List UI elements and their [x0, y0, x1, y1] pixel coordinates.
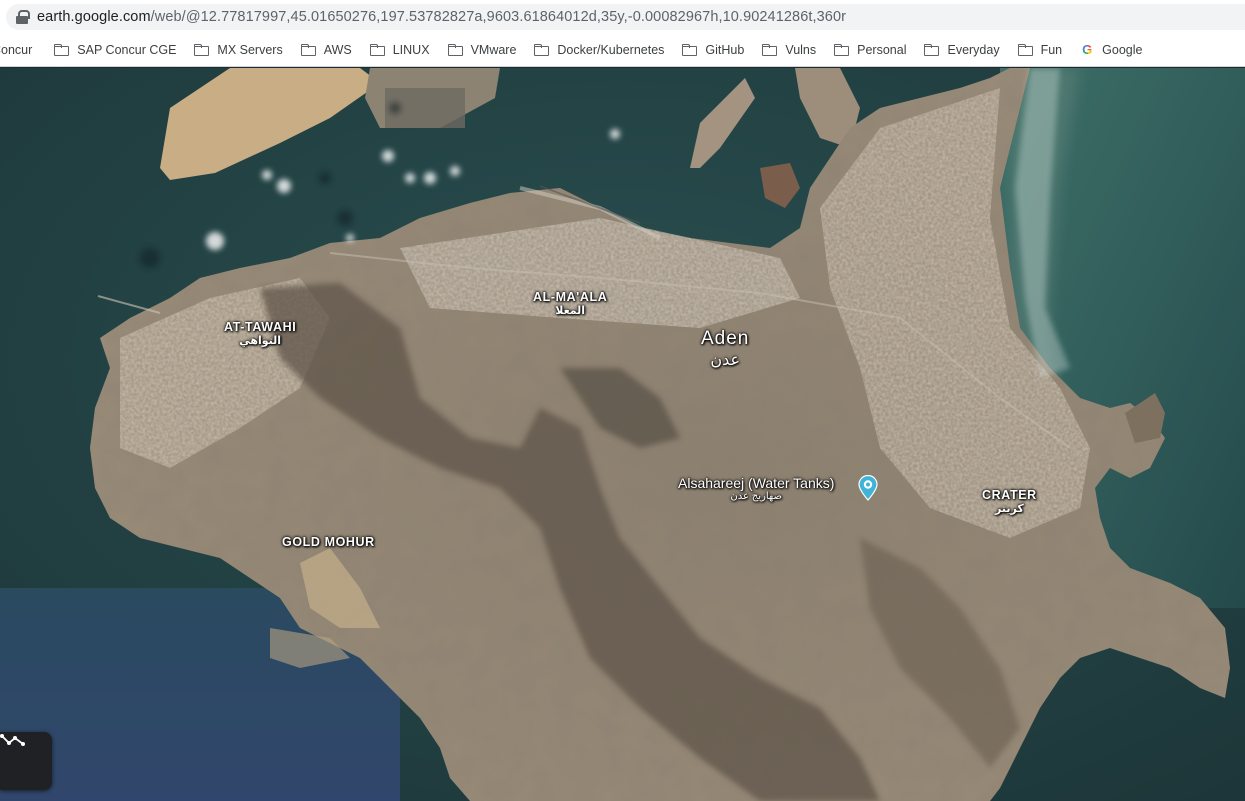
bookmark-label: AWS — [323, 43, 352, 57]
bookmark-vulns[interactable]: Vulns — [762, 37, 824, 63]
url-host: earth.google.com — [37, 9, 151, 25]
folder-icon — [834, 44, 850, 56]
bookmark-label: Personal — [857, 43, 907, 57]
folder-icon — [1017, 44, 1033, 56]
bookmark-everyday[interactable]: Everyday — [924, 37, 1007, 63]
district-name: GOLD MOHUR — [282, 535, 375, 549]
earth-map-view[interactable]: AT-TAWAHI التواهي AL-MA'ALA المعلا Aden … — [0, 68, 1245, 801]
bookmark-label: SAP Concur CGE — [77, 43, 177, 57]
address-bar[interactable]: earth.google.com/web/@12.77817997,45.016… — [0, 0, 1245, 34]
bookmark-github[interactable]: GitHub — [682, 37, 752, 63]
url-text[interactable]: earth.google.com/web/@12.77817997,45.016… — [37, 9, 846, 25]
lock-icon[interactable] — [16, 10, 30, 24]
district-label-at-tawahi[interactable]: AT-TAWAHI التواهي — [224, 320, 296, 347]
poi-name: Alsahareej (Water Tanks) — [678, 475, 835, 491]
district-label-gold-mohur[interactable]: GOLD MOHUR — [282, 535, 375, 549]
bookmark-label: MX Servers — [217, 43, 283, 57]
bookmark-vmware[interactable]: VMware — [447, 37, 525, 63]
bookmark-fun[interactable]: Fun — [1017, 37, 1071, 63]
bookmark-personal[interactable]: Personal — [834, 37, 914, 63]
city-name: Aden — [701, 328, 750, 349]
bookmark-label: Everyday — [947, 43, 1000, 57]
bookmark-label: Concur — [0, 43, 33, 57]
camera-pin-icon[interactable] — [858, 475, 878, 501]
bookmark-docker-kubernetes[interactable]: Docker/Kubernetes — [534, 37, 672, 63]
folder-icon — [762, 44, 778, 56]
folder-icon — [300, 44, 316, 56]
bookmark-concur[interactable]: Concur — [0, 37, 40, 63]
district-name: AL-MA'ALA — [533, 290, 608, 304]
city-label-aden[interactable]: Aden عدن — [701, 328, 749, 370]
folder-icon — [534, 44, 550, 56]
district-name: CRATER — [982, 488, 1037, 502]
bookmark-label: VMware — [470, 43, 517, 57]
folder-icon — [682, 44, 698, 56]
district-name: AT-TAWAHI — [224, 320, 297, 334]
bookmark-linux[interactable]: LINUX — [369, 37, 438, 63]
measure-icon — [0, 734, 25, 746]
bookmark-mx-servers[interactable]: MX Servers — [194, 37, 290, 63]
measure-button[interactable] — [0, 732, 52, 790]
district-name-arabic: كريتر — [995, 503, 1024, 515]
district-name-arabic: المعلا — [555, 305, 586, 317]
folder-icon — [54, 44, 70, 56]
bookmark-label: LINUX — [392, 43, 430, 57]
city-name-arabic: عدن — [710, 352, 741, 369]
bookmark-label: Vulns — [785, 43, 817, 57]
bookmark-google[interactable]: G Google — [1080, 37, 1150, 63]
bookmark-label: Google — [1102, 43, 1143, 57]
bookmark-label: GitHub — [705, 43, 745, 57]
folder-icon — [447, 44, 463, 56]
poi-label-water-tanks[interactable]: Alsahareej (Water Tanks) صهاريج عدن — [678, 475, 834, 502]
omnibox[interactable]: earth.google.com/web/@12.77817997,45.016… — [6, 4, 1245, 30]
district-label-crater[interactable]: CRATER كريتر — [982, 488, 1037, 515]
district-name-arabic: التواهي — [239, 335, 282, 347]
poi-name-arabic: صهاريج عدن — [730, 491, 782, 502]
url-path: /web/@12.77817997,45.01650276,197.537828… — [150, 9, 847, 25]
bookmark-aws[interactable]: AWS — [300, 37, 360, 63]
district-label-al-maala[interactable]: AL-MA'ALA المعلا — [533, 290, 607, 317]
folder-icon — [369, 44, 385, 56]
bookmark-label: Docker/Kubernetes — [557, 43, 665, 57]
bookmark-label: Fun — [1040, 43, 1063, 57]
folder-icon — [924, 44, 940, 56]
bookmark-sap-concur-cge[interactable]: SAP Concur CGE — [54, 37, 184, 63]
folder-icon — [194, 44, 210, 56]
bookmarks-bar: Concur SAP Concur CGE MX Servers AWS LIN… — [0, 34, 1245, 67]
satellite-imagery — [0, 68, 1245, 801]
google-icon: G — [1082, 42, 1093, 57]
